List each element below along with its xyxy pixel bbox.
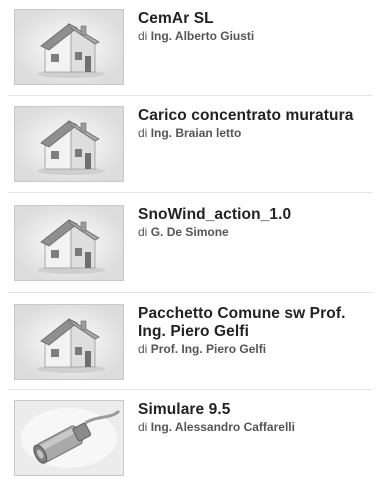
- item-thumbnail[interactable]: [14, 400, 124, 476]
- author-name[interactable]: Ing. Braian letto: [151, 126, 242, 140]
- sensor-probe-icon: [15, 401, 123, 475]
- house-icon: [15, 206, 123, 280]
- item-text: Pacchetto Comune sw Prof. Ing. Piero Gel…: [138, 305, 374, 357]
- author-prefix: di: [138, 225, 148, 239]
- item-author-line: di Ing. Braian letto: [138, 126, 374, 141]
- author-name[interactable]: Prof. Ing. Piero Gelfi: [151, 342, 266, 356]
- item-thumbnail[interactable]: [14, 205, 124, 281]
- house-icon: [15, 305, 123, 379]
- author-prefix: di: [138, 342, 148, 356]
- item-thumbnail[interactable]: [14, 9, 124, 85]
- item-title[interactable]: Pacchetto Comune sw Prof. Ing. Piero Gel…: [138, 305, 374, 341]
- author-prefix: di: [138, 126, 148, 140]
- item-title[interactable]: SnoWind_action_1.0: [138, 206, 374, 224]
- author-name[interactable]: G. De Simone: [151, 225, 229, 239]
- item-text: Carico concentrato muratura di Ing. Brai…: [138, 107, 374, 141]
- item-text: SnoWind_action_1.0 di G. De Simone: [138, 206, 374, 240]
- author-prefix: di: [138, 420, 148, 434]
- software-list: CemAr SL di Ing. Alberto Giusti Carico c…: [0, 0, 380, 481]
- item-thumbnail[interactable]: [14, 106, 124, 182]
- item-author-line: di G. De Simone: [138, 225, 374, 240]
- house-icon: [15, 10, 123, 84]
- item-thumbnail[interactable]: [14, 304, 124, 380]
- divider: [8, 192, 372, 193]
- divider: [8, 95, 372, 96]
- author-name[interactable]: Ing. Alessandro Caffarelli: [151, 420, 295, 434]
- item-author-line: di Ing. Alessandro Caffarelli: [138, 420, 374, 435]
- item-text: CemAr SL di Ing. Alberto Giusti: [138, 10, 374, 44]
- divider: [8, 389, 372, 390]
- divider: [8, 292, 372, 293]
- item-title[interactable]: CemAr SL: [138, 10, 374, 28]
- author-name[interactable]: Ing. Alberto Giusti: [151, 29, 255, 43]
- author-prefix: di: [138, 29, 148, 43]
- house-icon: [15, 107, 123, 181]
- item-author-line: di Ing. Alberto Giusti: [138, 29, 374, 44]
- item-title[interactable]: Simulare 9.5: [138, 401, 374, 419]
- item-author-line: di Prof. Ing. Piero Gelfi: [138, 342, 374, 357]
- item-text: Simulare 9.5 di Ing. Alessandro Caffarel…: [138, 401, 374, 435]
- item-title[interactable]: Carico concentrato muratura: [138, 107, 374, 125]
